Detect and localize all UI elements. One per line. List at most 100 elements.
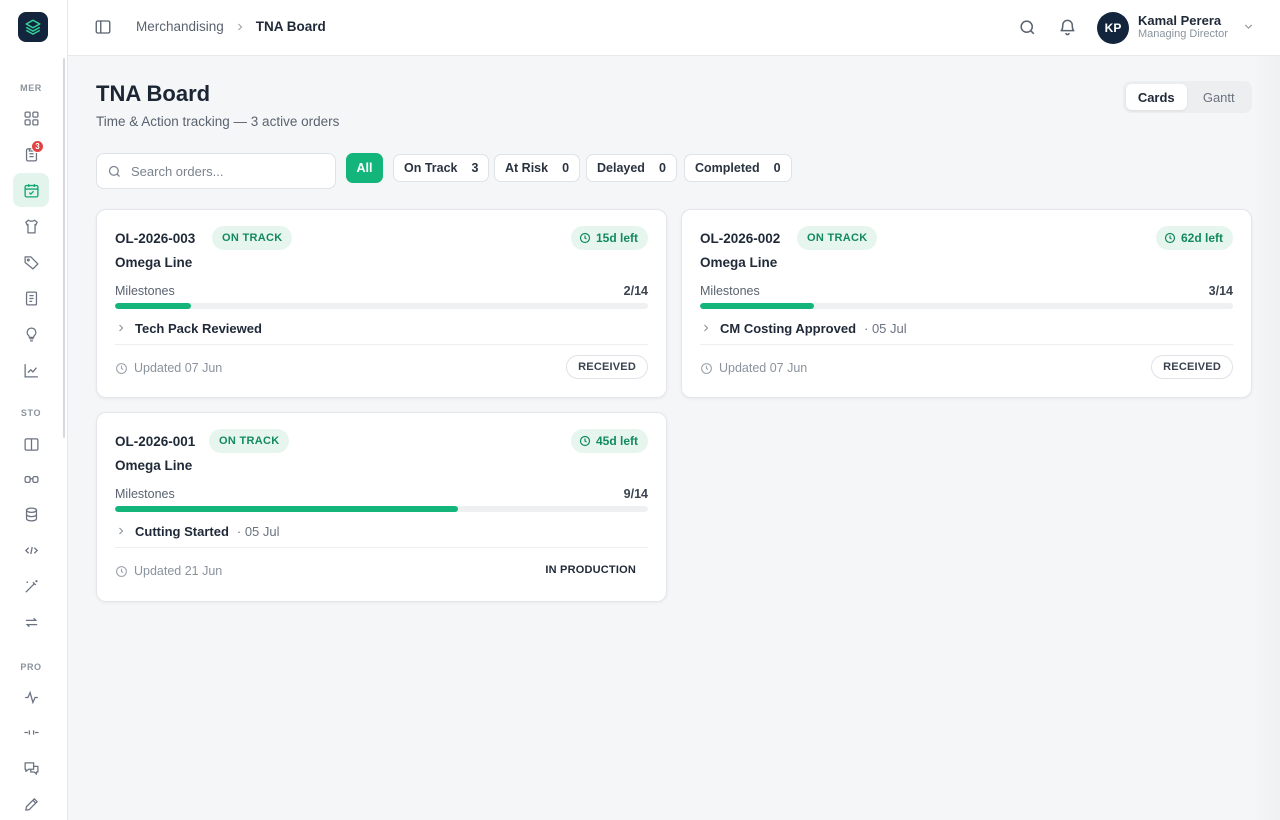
document-lines-icon[interactable] (13, 281, 49, 315)
line-name: Omega Line (115, 458, 193, 473)
status-badge: ON TRACK (212, 226, 293, 250)
milestones-label: Milestones (115, 487, 175, 501)
current-milestone[interactable]: CM Costing Approved · 05 Jul (700, 320, 907, 336)
repeat-icon[interactable] (13, 605, 49, 639)
updated-info: Updated 07 Jun (115, 360, 222, 376)
days-left-badge: 45d left (570, 429, 648, 453)
binoculars-icon[interactable] (13, 462, 49, 496)
current-milestone[interactable]: Tech Pack Reviewed (115, 320, 270, 336)
magic-wand-icon[interactable] (13, 569, 49, 603)
filter-count: 0 (562, 161, 570, 175)
filter-chip-delayed[interactable]: Delayed 0 (586, 154, 677, 182)
lightbulb-icon[interactable] (13, 317, 49, 351)
breadcrumb-link[interactable]: Merchandising (136, 19, 224, 34)
activity-pulse-icon[interactable] (13, 680, 49, 714)
milestones-label: Milestones (115, 284, 175, 298)
dashboard-grid-icon[interactable] (13, 101, 49, 135)
milestone-date: · 05 Jul (864, 320, 907, 336)
search-input[interactable] (131, 154, 327, 188)
pencil-icon[interactable] (13, 787, 49, 820)
card-divider (115, 344, 648, 345)
breadcrumb-separator-icon (234, 21, 246, 33)
milestone-name: CM Costing Approved (720, 320, 857, 336)
milestone-progress-fill (115, 506, 458, 512)
tag-icon[interactable] (13, 245, 49, 279)
stage-badge: IN PRODUCTION (545, 564, 636, 576)
clipboard-list-icon[interactable]: 3 (13, 137, 49, 171)
bell-icon[interactable] (1058, 18, 1078, 38)
days-left-text: 15d left (595, 231, 638, 245)
days-left-text: 45d left (595, 434, 638, 448)
messages-icon[interactable] (13, 751, 49, 785)
updated-info: Updated 21 Jun (115, 563, 222, 579)
sidebar-section-label: STO (20, 408, 42, 418)
code-arrows-icon[interactable] (13, 533, 49, 567)
filter-label: At Risk (505, 161, 549, 175)
git-commit-icon[interactable] (13, 715, 49, 749)
updated-info: Updated 07 Jun (700, 360, 807, 376)
filter-label: Delayed (597, 161, 645, 175)
milestones-count: 2/14 (623, 284, 648, 298)
search-box (96, 153, 336, 189)
milestone-name: Tech Pack Reviewed (135, 320, 262, 336)
user-role: Managing Director (1138, 28, 1228, 40)
sidebar-toggle-icon[interactable] (94, 18, 114, 38)
avatar[interactable]: KP (1097, 12, 1129, 44)
filter-label: All (356, 161, 373, 175)
app-logo-icon[interactable] (18, 12, 48, 42)
clock-icon (116, 565, 127, 577)
days-left-text: 62d left (1180, 231, 1223, 245)
milestone-name: Cutting Started (135, 523, 229, 539)
user-name[interactable]: Kamal Perera (1138, 13, 1221, 28)
filter-chip-completed[interactable]: Completed 0 (684, 154, 792, 182)
filter-count: 3 (471, 161, 479, 175)
updated-text: Updated 21 Jun (134, 564, 223, 578)
filter-chip-on-track[interactable]: On Track 3 (393, 154, 490, 182)
clock-icon (701, 362, 712, 374)
filter-chip-all[interactable]: All (346, 153, 383, 183)
milestone-progress-bar (115, 303, 648, 309)
order-card[interactable]: OL-2026-003 ON TRACK 15d left Omega Line… (96, 209, 667, 398)
notification-badge: 3 (31, 140, 44, 153)
filter-count: 0 (658, 161, 666, 175)
stage-badge: RECEIVED (1151, 355, 1233, 379)
line-name: Omega Line (700, 255, 778, 270)
cards-view-button[interactable]: Cards (1126, 84, 1187, 110)
page-subtitle: Time & Action tracking — 3 active orders (96, 114, 340, 129)
current-milestone[interactable]: Cutting Started · 05 Jul (115, 523, 280, 539)
sidebar-section-label: PRO (20, 662, 42, 672)
days-left-badge: 15d left (570, 226, 648, 250)
updated-text: Updated 07 Jun (719, 361, 808, 375)
milestone-progress-bar (115, 506, 648, 512)
scroll-fade (1254, 56, 1280, 820)
order-card[interactable]: OL-2026-001 ON TRACK 45d left Omega Line… (96, 412, 667, 602)
breadcrumb-current: TNA Board (255, 19, 326, 34)
status-badge: ON TRACK (797, 226, 878, 250)
calendar-check-icon[interactable] (13, 173, 49, 207)
milestone-progress-fill (115, 303, 192, 309)
sidebar-section-label: MER (20, 83, 42, 93)
stage-badge: RECEIVED (566, 355, 648, 379)
shirt-icon[interactable] (13, 209, 49, 243)
chevron-right-icon (119, 527, 124, 535)
database-icon[interactable] (13, 497, 49, 531)
order-id: OL-2026-002 (700, 231, 781, 246)
sidebar: MER 3 STO PRO (0, 0, 68, 820)
clock-icon (579, 232, 591, 244)
topbar: Merchandising TNA Board KP Kamal Perera … (68, 0, 1280, 56)
updated-text: Updated 07 Jun (134, 361, 223, 375)
page-title: TNA Board (96, 81, 211, 106)
filter-chip-at-risk[interactable]: At Risk 0 (494, 154, 581, 182)
chevron-down-icon[interactable] (1242, 20, 1256, 34)
book-open-icon[interactable] (13, 427, 49, 461)
clock-icon (1164, 232, 1176, 244)
line-chart-icon[interactable] (13, 353, 49, 387)
line-name: Omega Line (115, 255, 193, 270)
gantt-view-button[interactable]: Gantt (1189, 84, 1250, 110)
order-card[interactable]: OL-2026-002 ON TRACK 62d left Omega Line… (681, 209, 1252, 398)
milestones-count: 9/14 (623, 487, 648, 501)
search-icon[interactable] (1018, 18, 1038, 38)
milestones-label: Milestones (700, 284, 760, 298)
clock-icon (579, 435, 591, 447)
sidebar-scrollbar[interactable] (63, 58, 65, 438)
